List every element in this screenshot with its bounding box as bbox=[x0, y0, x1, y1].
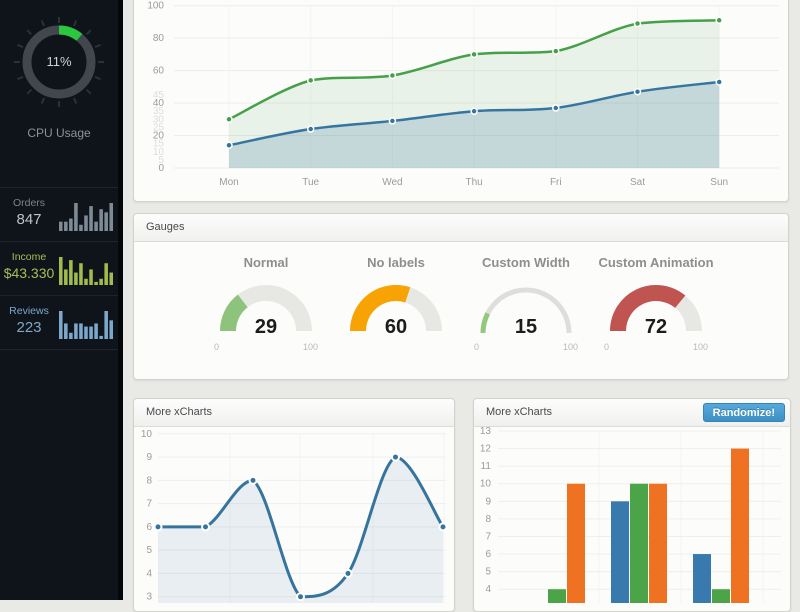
svg-text:6: 6 bbox=[485, 549, 491, 560]
spline-line-chart: 3 4 5 6 7 8 9 10 bbox=[134, 427, 452, 603]
gauge-normal-minmax: 0 100 bbox=[214, 342, 318, 353]
grouped-bar-chart: 4 5 6 7 8 9 10 11 12 13 bbox=[474, 427, 788, 603]
reviews-value: 223 bbox=[0, 319, 58, 336]
svg-text:Wed: Wed bbox=[382, 177, 402, 188]
gauge-custom-animation-min: 0 bbox=[604, 342, 609, 353]
weekly-chart-panel: 5101525303545020406080100MonTueWedThuFri… bbox=[133, 0, 789, 202]
gauge-custom-animation-minmax: 0 100 bbox=[604, 342, 708, 353]
reviews-label: Reviews bbox=[0, 305, 58, 317]
gauge-custom-animation-value: 72 bbox=[601, 316, 711, 339]
gauge-custom-width-title: Custom Width bbox=[461, 255, 591, 275]
svg-text:5: 5 bbox=[485, 567, 491, 578]
gauge-custom-width-min: 0 bbox=[474, 342, 479, 353]
gauge-normal-max: 100 bbox=[303, 342, 318, 353]
weekly-area-chart: 5101525303545020406080100MonTueWedThuFri… bbox=[134, 1, 786, 200]
orders-sparkline-icon bbox=[59, 199, 113, 231]
dashboard-page: { "sidebar": { "cpu": { "percent": 11, "… bbox=[0, 0, 800, 600]
svg-text:20: 20 bbox=[153, 131, 165, 142]
svg-text:Tue: Tue bbox=[302, 177, 319, 188]
gauge-custom-width-max: 100 bbox=[563, 342, 578, 353]
svg-text:Mon: Mon bbox=[219, 177, 238, 188]
randomize-button[interactable]: Randomize! bbox=[703, 403, 785, 422]
sidebar-divider bbox=[0, 349, 118, 350]
gauge-custom-width: Custom Width 15 0 100 bbox=[461, 255, 591, 353]
reviews-sparkline-icon bbox=[59, 307, 113, 339]
svg-text:3: 3 bbox=[146, 592, 152, 603]
income-label: Income bbox=[0, 251, 58, 263]
svg-text:10: 10 bbox=[480, 479, 492, 490]
svg-text:13: 13 bbox=[480, 427, 492, 437]
svg-text:100: 100 bbox=[147, 1, 164, 12]
reviews-info: Reviews 223 bbox=[0, 305, 58, 336]
stat-row-orders: Orders 847 bbox=[0, 187, 118, 242]
svg-text:4: 4 bbox=[485, 584, 491, 595]
svg-text:80: 80 bbox=[153, 33, 165, 44]
gauges-panel-title: Gauges bbox=[146, 221, 185, 233]
gauge-normal-dial: 29 bbox=[211, 279, 321, 339]
more-xcharts-right-panel: More xCharts Randomize! 4 5 6 7 8 9 10 11 12 13 bbox=[473, 398, 791, 612]
income-value: $43.330 bbox=[0, 265, 58, 281]
gauge-normal: Normal 29 0 100 bbox=[201, 255, 331, 353]
svg-text:40: 40 bbox=[153, 98, 165, 109]
gauge-normal-title: Normal bbox=[201, 255, 331, 275]
income-info: Income $43.330 bbox=[0, 251, 58, 281]
gauge-normal-min: 0 bbox=[214, 342, 219, 353]
orders-label: Orders bbox=[0, 197, 58, 209]
cpu-usage-value: 11% bbox=[0, 54, 118, 69]
svg-text:Sat: Sat bbox=[630, 177, 645, 188]
svg-text:Sun: Sun bbox=[710, 177, 728, 188]
more-xcharts-left-panel: More xCharts 3 4 5 6 7 8 9 10 bbox=[133, 398, 455, 612]
svg-text:9: 9 bbox=[146, 452, 152, 463]
svg-text:10: 10 bbox=[141, 429, 153, 440]
income-sparkline-icon bbox=[59, 253, 113, 285]
svg-text:0: 0 bbox=[158, 163, 164, 174]
gauge-custom-width-value: 15 bbox=[471, 316, 581, 339]
svg-text:60: 60 bbox=[153, 66, 165, 77]
svg-text:11: 11 bbox=[481, 461, 492, 472]
gauges-panel: Gauges Normal 29 0 100 No labels 60 bbox=[133, 213, 789, 380]
gauge-custom-width-dial: 15 bbox=[471, 279, 581, 339]
svg-text:Thu: Thu bbox=[465, 177, 482, 188]
gauge-custom-animation: Custom Animation 72 0 100 bbox=[591, 255, 721, 353]
svg-text:9: 9 bbox=[485, 496, 491, 507]
svg-text:5: 5 bbox=[146, 545, 152, 556]
gauge-normal-value: 29 bbox=[211, 316, 321, 339]
svg-text:12: 12 bbox=[480, 444, 492, 455]
sidebar: 11% CPU Usage Orders 847 Income $43.330 … bbox=[0, 0, 123, 600]
svg-text:6: 6 bbox=[146, 522, 152, 533]
gauge-custom-animation-dial: 72 bbox=[601, 279, 711, 339]
more-xcharts-left-title: More xCharts bbox=[146, 406, 212, 418]
gauges-body: Normal 29 0 100 No labels 60 Custom Widt… bbox=[134, 242, 788, 353]
svg-text:7: 7 bbox=[146, 499, 152, 510]
svg-text:7: 7 bbox=[485, 531, 491, 542]
gauge-no-labels-dial: 60 bbox=[341, 279, 451, 339]
gauge-no-labels-title: No labels bbox=[331, 255, 461, 275]
svg-text:8: 8 bbox=[485, 514, 491, 525]
more-xcharts-right-header: More xCharts Randomize! bbox=[474, 399, 790, 427]
svg-text:8: 8 bbox=[146, 475, 152, 486]
gauge-no-labels-minmax bbox=[344, 342, 448, 353]
more-xcharts-right-title: More xCharts bbox=[486, 406, 552, 418]
gauge-no-labels-value: 60 bbox=[341, 316, 451, 339]
gauge-custom-width-minmax: 0 100 bbox=[474, 342, 578, 353]
svg-text:Fri: Fri bbox=[550, 177, 562, 188]
gauge-custom-animation-max: 100 bbox=[693, 342, 708, 353]
orders-value: 847 bbox=[0, 211, 58, 228]
svg-text:4: 4 bbox=[146, 568, 152, 579]
stat-row-reviews: Reviews 223 bbox=[0, 295, 118, 350]
gauge-no-labels: No labels 60 bbox=[331, 255, 461, 353]
gauges-panel-header: Gauges bbox=[134, 214, 788, 242]
more-xcharts-left-header: More xCharts bbox=[134, 399, 454, 427]
cpu-usage-label: CPU Usage bbox=[0, 126, 118, 140]
gauge-custom-animation-title: Custom Animation bbox=[591, 255, 721, 275]
stat-row-income: Income $43.330 bbox=[0, 241, 118, 296]
orders-info: Orders 847 bbox=[0, 197, 58, 228]
